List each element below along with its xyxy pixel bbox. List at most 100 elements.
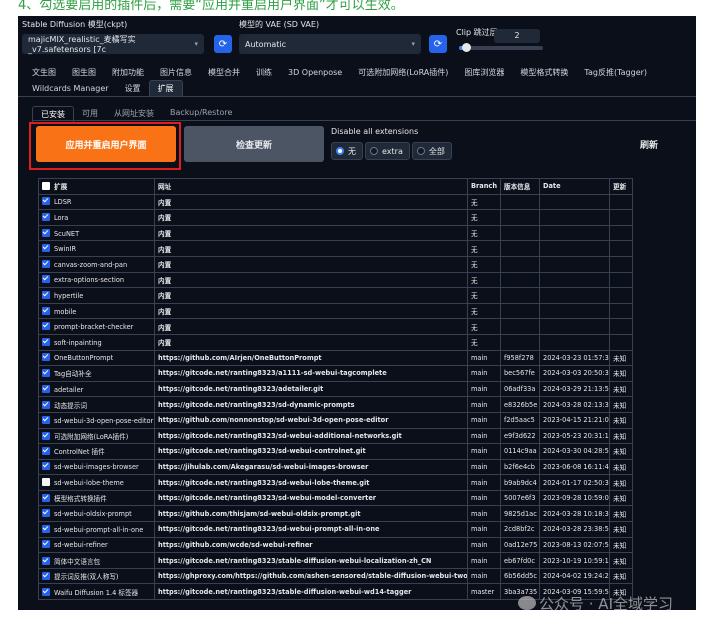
radio-dot xyxy=(336,147,344,155)
extension-url[interactable]: https://github.com/AIrjen/OneButtonPromp… xyxy=(154,349,468,367)
tab-row1-4[interactable]: 模型合并 xyxy=(200,67,248,78)
extension-checkbox[interactable] xyxy=(42,337,50,346)
tab-row1-5[interactable]: 训练 xyxy=(248,67,280,78)
extension-url[interactable]: https://gitcode.net/ranting8323/stable-d… xyxy=(154,552,468,569)
extension-name-cell: 提示词反推(双人称写) xyxy=(38,567,155,585)
extension-checkbox[interactable] xyxy=(42,212,50,221)
extension-checkbox[interactable] xyxy=(42,290,50,299)
tab-row2-0[interactable]: Wildcards Manager xyxy=(24,84,117,93)
clip-skip-slider[interactable] xyxy=(459,46,543,50)
extension-checkbox[interactable] xyxy=(42,322,50,331)
extension-checkbox[interactable] xyxy=(42,462,50,471)
extension-checkbox[interactable] xyxy=(42,540,50,549)
extension-name: LDSR xyxy=(54,198,72,207)
extension-url[interactable]: https://gitcode.net/ranting8323/adetaile… xyxy=(154,380,468,398)
extension-checkbox[interactable] xyxy=(42,306,50,315)
extension-checkbox[interactable] xyxy=(42,587,50,596)
extension-url: 内置 xyxy=(154,287,468,304)
extension-date: 2023-09-28 10:59:04 xyxy=(539,489,610,507)
watermark: 公众号 · AI全域学习 xyxy=(518,593,673,610)
extension-checkbox[interactable] xyxy=(42,384,50,393)
radio-option-2[interactable]: 全部 xyxy=(411,142,452,160)
radio-option-1[interactable]: extra xyxy=(365,142,410,160)
watermark-text: 公众号 · AI全域学习 xyxy=(539,595,673,610)
extension-checkbox[interactable] xyxy=(42,228,50,237)
extension-url[interactable]: https://gitcode.net/ranting8323/stable-d… xyxy=(154,583,468,601)
table-header-row: 扩展 网址 Branch 版本信息 Date 更新 xyxy=(38,178,633,195)
wechat-icon xyxy=(518,596,536,610)
tab-row1-3[interactable]: 图片信息 xyxy=(152,67,200,78)
tab-row1-9[interactable]: 模型格式转换 xyxy=(512,67,576,78)
tab-row1-2[interactable]: 附加功能 xyxy=(104,67,152,78)
tab-row1-6[interactable]: 3D Openpose xyxy=(280,68,350,77)
extension-date: 2024-04-02 19:24:21 xyxy=(539,567,610,585)
extension-checkbox[interactable] xyxy=(42,400,50,409)
table-row: mobile 内置无 xyxy=(38,302,633,320)
extension-branch: 无 xyxy=(467,271,501,289)
tab-row1-8[interactable]: 图库浏览器 xyxy=(456,67,512,78)
extension-checkbox[interactable] xyxy=(42,494,50,503)
extension-url[interactable]: https://gitcode.net/ranting8323/sd-webui… xyxy=(154,489,468,507)
extension-update: 未知 xyxy=(609,567,633,585)
extension-name: 模型格式转换插件 xyxy=(54,495,107,504)
extension-checkbox[interactable] xyxy=(42,415,50,424)
refresh-button[interactable]: 刷新 xyxy=(640,138,658,151)
model-refresh-button[interactable]: ⟳ xyxy=(214,35,232,53)
extension-checkbox[interactable] xyxy=(42,524,50,533)
extension-checkbox[interactable] xyxy=(42,431,50,440)
clip-skip-slider-thumb[interactable] xyxy=(461,43,471,52)
check-updates-button[interactable]: 检查更新 xyxy=(184,126,324,162)
extension-checkbox[interactable] xyxy=(42,259,50,268)
extension-url[interactable]: https://gitcode.net/ranting8323/sd-webui… xyxy=(154,474,468,491)
extension-checkbox[interactable] xyxy=(42,556,50,565)
extension-name: soft-inpainting xyxy=(54,338,102,347)
extension-url[interactable]: https://gitcode.net/ranting8323/sd-dynam… xyxy=(154,396,468,413)
column-header-extension: 扩展 xyxy=(38,178,155,195)
extension-checkbox[interactable] xyxy=(42,478,50,487)
extension-checkbox[interactable] xyxy=(42,447,50,456)
extension-checkbox[interactable] xyxy=(42,572,50,581)
table-row: 模型格式转换插件 https://gitcode.net/ranting8323/… xyxy=(38,489,633,507)
tab-row1-0[interactable]: 文生图 xyxy=(24,67,64,78)
table-row: sd-webui-3d-open-pose-editor https://gith… xyxy=(38,411,633,429)
extension-url[interactable]: https://ghproxy.com/https://github.com/a… xyxy=(154,567,468,585)
extension-checkbox[interactable] xyxy=(42,369,50,378)
extension-url[interactable]: https://gitcode.net/ranting8323/sd-webui… xyxy=(154,521,468,538)
extension-checkbox[interactable] xyxy=(42,275,50,284)
table-row: sd-webui-lobe-theme https://gitcode.net/r… xyxy=(38,474,633,491)
extension-update: 未知 xyxy=(609,474,633,491)
chevron-down-icon: ▾ xyxy=(411,40,415,48)
extension-checkbox[interactable] xyxy=(42,509,50,518)
model-dropdown[interactable]: majicMIX_realistic_麦橘写实_v7.safetensors [… xyxy=(22,34,204,54)
extension-branch: main xyxy=(467,396,501,413)
extension-version: e8326b5e xyxy=(500,396,540,413)
extension-url[interactable]: https://github.com/wcde/sd-webui-refiner xyxy=(154,536,468,554)
extension-url[interactable]: https://github.com/nonnonstop/sd-webui-3… xyxy=(154,411,468,429)
extension-url[interactable]: https://gitcode.net/ranting8323/a1111-sd… xyxy=(154,365,468,382)
table-row: Lora 内置无 xyxy=(38,209,633,226)
extension-url[interactable]: https://gitcode.net/ranting8323/sd-webui… xyxy=(154,443,468,460)
tab-row2-1[interactable]: 设置 xyxy=(117,83,149,94)
column-header-update: 更新 xyxy=(609,178,633,195)
select-all-checkbox[interactable] xyxy=(42,182,50,191)
extension-url[interactable]: https://gitcode.net/ranting8323/sd-webui… xyxy=(154,427,468,445)
tab-row1-1[interactable]: 图生图 xyxy=(64,67,104,78)
radio-option-0[interactable]: 无 xyxy=(331,142,363,160)
extension-date xyxy=(539,209,610,226)
extension-checkbox[interactable] xyxy=(42,244,50,253)
extension-branch: 无 xyxy=(467,255,501,273)
extension-name-cell: SwinIR xyxy=(38,240,155,257)
vae-refresh-button[interactable]: ⟳ xyxy=(429,35,447,53)
extension-checkbox[interactable] xyxy=(42,353,50,362)
clip-skip-input[interactable]: 2 xyxy=(494,29,540,43)
extension-url[interactable]: https://github.com/thisjam/sd-webui-olds… xyxy=(154,505,468,523)
extension-checkbox[interactable] xyxy=(42,197,50,206)
tab-row1-7[interactable]: 可选附加网络(LoRA插件) xyxy=(350,67,456,78)
tab-row1-10[interactable]: Tag反推(Tagger) xyxy=(576,67,655,78)
apply-and-restart-button[interactable]: 应用并重启用户界面 xyxy=(36,126,176,162)
vae-dropdown[interactable]: Automatic ▾ xyxy=(239,34,421,54)
extension-name: canvas-zoom-and-pan xyxy=(54,260,128,269)
extension-date xyxy=(539,302,610,320)
tab-row2-2[interactable]: 扩展 xyxy=(148,80,183,96)
extension-url[interactable]: https://jihulab.com/Akegarasu/sd-webui-i… xyxy=(154,458,468,476)
